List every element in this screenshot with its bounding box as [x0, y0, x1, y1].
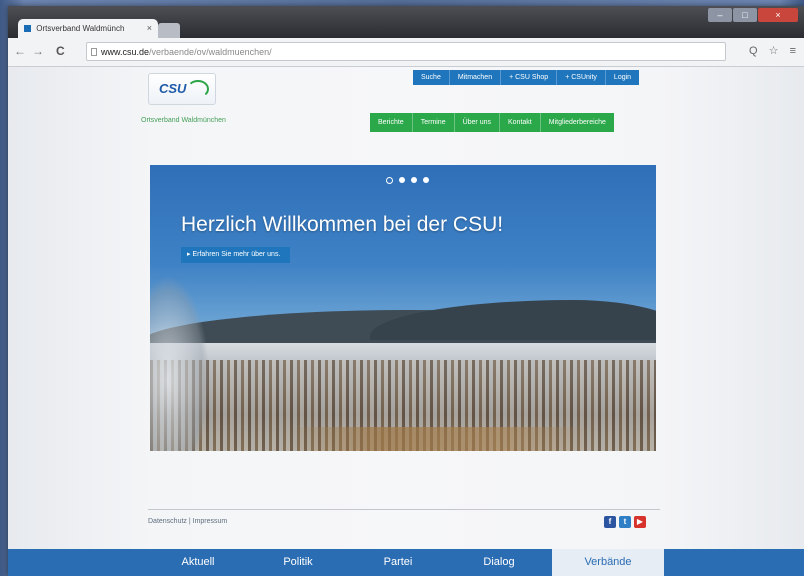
slider-dots	[386, 177, 429, 184]
slider-dot[interactable]	[386, 177, 393, 184]
logo-swoosh-icon	[187, 80, 209, 98]
site-subtitle: Ortsverband Waldmünchen	[141, 117, 226, 124]
browser-tab[interactable]: Ortsverband Waldmünch ×	[18, 19, 158, 38]
address-bar[interactable]: www.csu.de/verbaende/ov/waldmuenchen/	[86, 42, 726, 61]
tab-close-icon[interactable]: ×	[147, 19, 152, 38]
nav-ueber-uns[interactable]: Über uns	[455, 113, 500, 132]
close-window-icon[interactable]: ×	[758, 8, 798, 22]
title-bar: Ortsverband Waldmünch × – □ ×	[8, 6, 804, 38]
browser-toolbar: ← → C www.csu.de/verbaende/ov/waldmuench…	[8, 38, 804, 67]
page-viewport: CSU Ortsverband Waldmünchen Suche Mitmac…	[8, 67, 804, 576]
hero-trees	[150, 275, 210, 451]
twitter-icon[interactable]: t	[619, 516, 631, 528]
reload-icon[interactable]: C	[56, 44, 65, 58]
footer-links[interactable]: Datenschutz | Impressum	[148, 518, 227, 525]
minimize-icon[interactable]: –	[708, 8, 732, 22]
hero-cta-button[interactable]: ▸ Erfahren Sie mehr über uns.	[181, 247, 291, 263]
top-link-csunity[interactable]: + CSUnity	[557, 70, 606, 85]
bottom-nav-partei[interactable]: Partei	[348, 549, 448, 576]
main-nav: Berichte Termine Über uns Kontakt Mitgli…	[370, 113, 614, 132]
bottom-nav: Aktuell Politik Partei Dialog Verbände	[8, 549, 804, 576]
window-controls: – □ ×	[708, 8, 798, 22]
bottom-nav-aktuell[interactable]: Aktuell	[148, 549, 248, 576]
url-domain: www.csu.de	[101, 47, 150, 57]
favicon-icon	[24, 25, 31, 32]
new-tab-button[interactable]	[158, 23, 180, 38]
toolbar-icons[interactable]: Q ☆ ≡	[749, 44, 800, 57]
top-utility-nav: Suche Mitmachen + CSU Shop + CSUnity Log…	[413, 70, 640, 85]
url-path: /verbaende/ov/waldmuenchen/	[149, 47, 272, 57]
bottom-nav-dialog[interactable]: Dialog	[448, 549, 550, 576]
forward-icon[interactable]: →	[32, 44, 44, 58]
maximize-icon[interactable]: □	[733, 8, 757, 22]
tab-title: Ortsverband Waldmünch	[36, 24, 125, 33]
footer-divider	[148, 509, 660, 510]
slider-dot[interactable]	[423, 177, 429, 183]
top-link-mitmachen[interactable]: Mitmachen	[450, 70, 502, 85]
top-link-search[interactable]: Suche	[413, 70, 450, 85]
youtube-icon[interactable]: ▶	[634, 516, 646, 528]
logo-text: CSU	[159, 81, 187, 96]
top-link-shop[interactable]: + CSU Shop	[501, 70, 558, 85]
nav-termine[interactable]: Termine	[413, 113, 455, 132]
social-links: f t ▶	[604, 516, 646, 528]
nav-kontakt[interactable]: Kontakt	[500, 113, 541, 132]
facebook-icon[interactable]: f	[604, 516, 616, 528]
csu-logo[interactable]: CSU	[148, 73, 216, 105]
slider-dot[interactable]	[411, 177, 417, 183]
bottom-nav-politik[interactable]: Politik	[248, 549, 348, 576]
top-link-login[interactable]: Login	[606, 70, 639, 85]
nav-berichte[interactable]: Berichte	[370, 113, 413, 132]
nav-mitgliederbereiche[interactable]: Mitgliederbereiche	[541, 113, 614, 132]
hero-reeds	[290, 427, 590, 451]
browser-window: Ortsverband Waldmünch × – □ × ← → C www.…	[8, 6, 804, 576]
hero-headline: Herzlich Willkommen bei der CSU!	[181, 213, 504, 236]
page-icon	[91, 48, 97, 56]
hero-slider[interactable]: Herzlich Willkommen bei der CSU! ▸ Erfah…	[150, 165, 656, 451]
back-icon[interactable]: ←	[14, 44, 26, 58]
slider-dot[interactable]	[399, 177, 405, 183]
bottom-nav-verbaende[interactable]: Verbände	[552, 549, 664, 576]
hero-hill	[370, 300, 656, 340]
